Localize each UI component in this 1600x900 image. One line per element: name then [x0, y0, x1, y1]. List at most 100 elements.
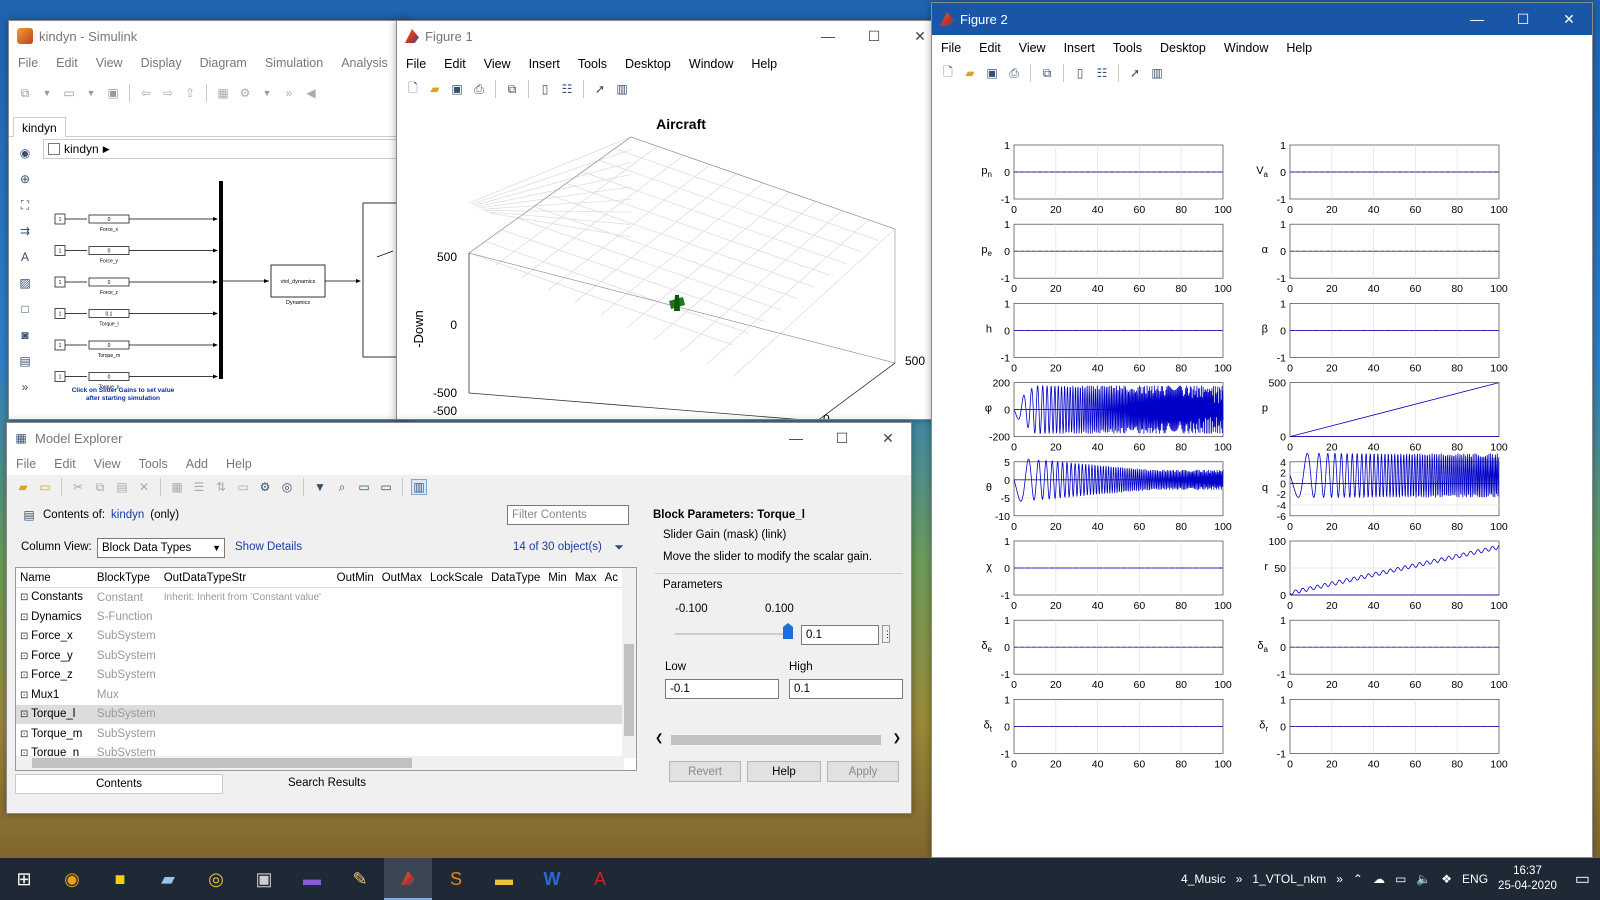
- menu-view[interactable]: View: [85, 453, 130, 475]
- menu-tools[interactable]: Tools: [130, 453, 177, 475]
- onedrive-icon[interactable]: ☁: [1373, 872, 1385, 886]
- network-icon[interactable]: ▭: [1395, 872, 1406, 886]
- photos-icon[interactable]: ▣: [240, 858, 288, 900]
- scroll-thumb[interactable]: [624, 644, 634, 736]
- revert-button[interactable]: Revert: [669, 761, 741, 782]
- dialog-hscroll-thumb[interactable]: [671, 735, 881, 745]
- forward-icon[interactable]: ⇨: [160, 85, 176, 101]
- copy-icon[interactable]: ⧉: [92, 479, 108, 495]
- menu-file[interactable]: File: [7, 453, 45, 475]
- pointer-icon[interactable]: ➚: [1127, 65, 1143, 81]
- toolbar-expand-icon[interactable]: »: [1336, 872, 1343, 886]
- colorbar-icon[interactable]: ▯: [537, 81, 553, 97]
- column-header[interactable]: OutMax: [378, 568, 426, 588]
- dropbox-icon[interactable]: ❖: [1441, 872, 1452, 886]
- search-icon[interactable]: ⌕: [334, 479, 350, 495]
- close-button[interactable]: ✕: [1546, 3, 1592, 35]
- menu-help[interactable]: Help: [1277, 37, 1321, 59]
- link-plot-icon[interactable]: ⧉: [504, 81, 520, 97]
- file-explorer-icon[interactable]: ▬: [480, 858, 528, 900]
- paste-icon[interactable]: ▤: [114, 479, 130, 495]
- minimize-button[interactable]: —: [1454, 3, 1500, 35]
- open-file-icon[interactable]: ▰: [962, 65, 978, 81]
- new-model-icon[interactable]: ⧉: [17, 85, 33, 101]
- table-row[interactable]: ⊡ Torque_m SubSystem: [16, 724, 622, 744]
- menu-help[interactable]: Help: [217, 453, 261, 475]
- menu-file[interactable]: File: [932, 37, 970, 59]
- dialog-icon[interactable]: ▭: [356, 479, 372, 495]
- vertical-scrollbar[interactable]: [622, 568, 636, 758]
- menu-file[interactable]: File: [9, 52, 47, 74]
- toolbar-expand-icon[interactable]: »: [1236, 872, 1243, 886]
- clock[interactable]: 16:37 25-04-2020: [1498, 864, 1557, 894]
- column-view-icon[interactable]: ▥: [411, 479, 427, 495]
- maximize-button[interactable]: ☐: [851, 21, 897, 51]
- tray-chevron-icon[interactable]: ⌃: [1353, 872, 1363, 886]
- table-row[interactable]: ⊡ Torque_l SubSystem: [16, 704, 622, 724]
- up-icon[interactable]: ⇧: [182, 85, 198, 101]
- menu-edit[interactable]: Edit: [47, 52, 87, 74]
- music-app-icon[interactable]: ▬: [288, 858, 336, 900]
- maximize-button[interactable]: ☐: [819, 423, 865, 453]
- dialog2-icon[interactable]: ▭: [378, 479, 394, 495]
- menu-simulation[interactable]: Simulation: [256, 52, 332, 74]
- menu-window[interactable]: Window: [1215, 37, 1277, 59]
- new-figure-icon[interactable]: 🗋: [405, 81, 421, 97]
- volume-icon[interactable]: 🔈: [1416, 872, 1431, 886]
- menu-view[interactable]: View: [475, 53, 520, 75]
- cut-icon[interactable]: ✂: [70, 479, 86, 495]
- settings-gear-icon[interactable]: ⚙: [257, 479, 273, 495]
- expand-palette-icon[interactable]: »: [17, 379, 33, 395]
- list-icon[interactable]: ☰: [191, 479, 207, 495]
- new-figure-icon[interactable]: 🗋: [940, 65, 956, 81]
- table-row[interactable]: ⊡ Force_z SubSystem: [16, 666, 622, 686]
- notepad-icon[interactable]: ▰: [144, 858, 192, 900]
- table-row[interactable]: ⊡ Force_x SubSystem: [16, 627, 622, 647]
- filter-contents-input[interactable]: Filter Contents: [507, 505, 629, 525]
- property-editor-icon[interactable]: ▥: [1149, 65, 1165, 81]
- mux-bar[interactable]: [219, 181, 223, 379]
- menu-view[interactable]: View: [1010, 37, 1055, 59]
- h-scroll-thumb[interactable]: [32, 758, 412, 768]
- open-icon[interactable]: ▭: [37, 479, 53, 495]
- settings-gear-icon[interactable]: ⚙: [237, 85, 253, 101]
- column-header[interactable]: Ac: [601, 568, 622, 588]
- menu-file[interactable]: File: [397, 53, 435, 75]
- open-file-icon[interactable]: ▰: [427, 81, 443, 97]
- menu-analysis[interactable]: Analysis: [332, 52, 397, 74]
- menu-tools[interactable]: Tools: [1104, 37, 1151, 59]
- colorbar-icon[interactable]: ▯: [1072, 65, 1088, 81]
- pointer-icon[interactable]: ➚: [592, 81, 608, 97]
- scroll-right-icon[interactable]: ❯: [893, 733, 901, 744]
- save-icon[interactable]: ▣: [105, 85, 121, 101]
- back-icon[interactable]: ⇦: [138, 85, 154, 101]
- language-indicator[interactable]: ENG: [1462, 872, 1488, 886]
- library-icon[interactable]: ▦: [215, 85, 231, 101]
- hide-browser-icon[interactable]: ◉: [17, 145, 33, 161]
- lightbulb-icon[interactable]: ◎: [192, 858, 240, 900]
- toolbar-music[interactable]: 4_Music: [1181, 872, 1226, 886]
- menu-display[interactable]: Display: [132, 52, 191, 74]
- step-back-icon[interactable]: ◀: [303, 85, 319, 101]
- column-header[interactable]: OutMin: [333, 568, 378, 588]
- report-icon[interactable]: ▤: [17, 353, 33, 369]
- arrow-icon[interactable]: ⇉: [17, 223, 33, 239]
- dropdown-icon[interactable]: ▼: [39, 85, 55, 101]
- minimize-button[interactable]: —: [805, 21, 851, 51]
- column-header[interactable]: DataType: [487, 568, 544, 588]
- area-icon[interactable]: □: [17, 301, 33, 317]
- grid-icon[interactable]: ▦: [169, 479, 185, 495]
- tab-contents[interactable]: Contents: [15, 774, 223, 794]
- annotation-icon[interactable]: A: [17, 249, 33, 265]
- column-header[interactable]: OutDataTypeStr: [160, 568, 333, 588]
- zoom-icon[interactable]: ⊕: [17, 171, 33, 187]
- menu-edit[interactable]: Edit: [970, 37, 1010, 59]
- column-header[interactable]: Max: [571, 568, 601, 588]
- table-row[interactable]: ⊡ Mux1 Mux: [16, 685, 622, 705]
- delete-icon[interactable]: ✕: [136, 479, 152, 495]
- gain-slider-track[interactable]: [675, 633, 791, 635]
- start-button[interactable]: ⊞: [0, 858, 48, 900]
- word-icon[interactable]: W: [528, 858, 576, 900]
- high-input[interactable]: 0.1: [789, 679, 903, 699]
- menu-window[interactable]: Window: [680, 53, 742, 75]
